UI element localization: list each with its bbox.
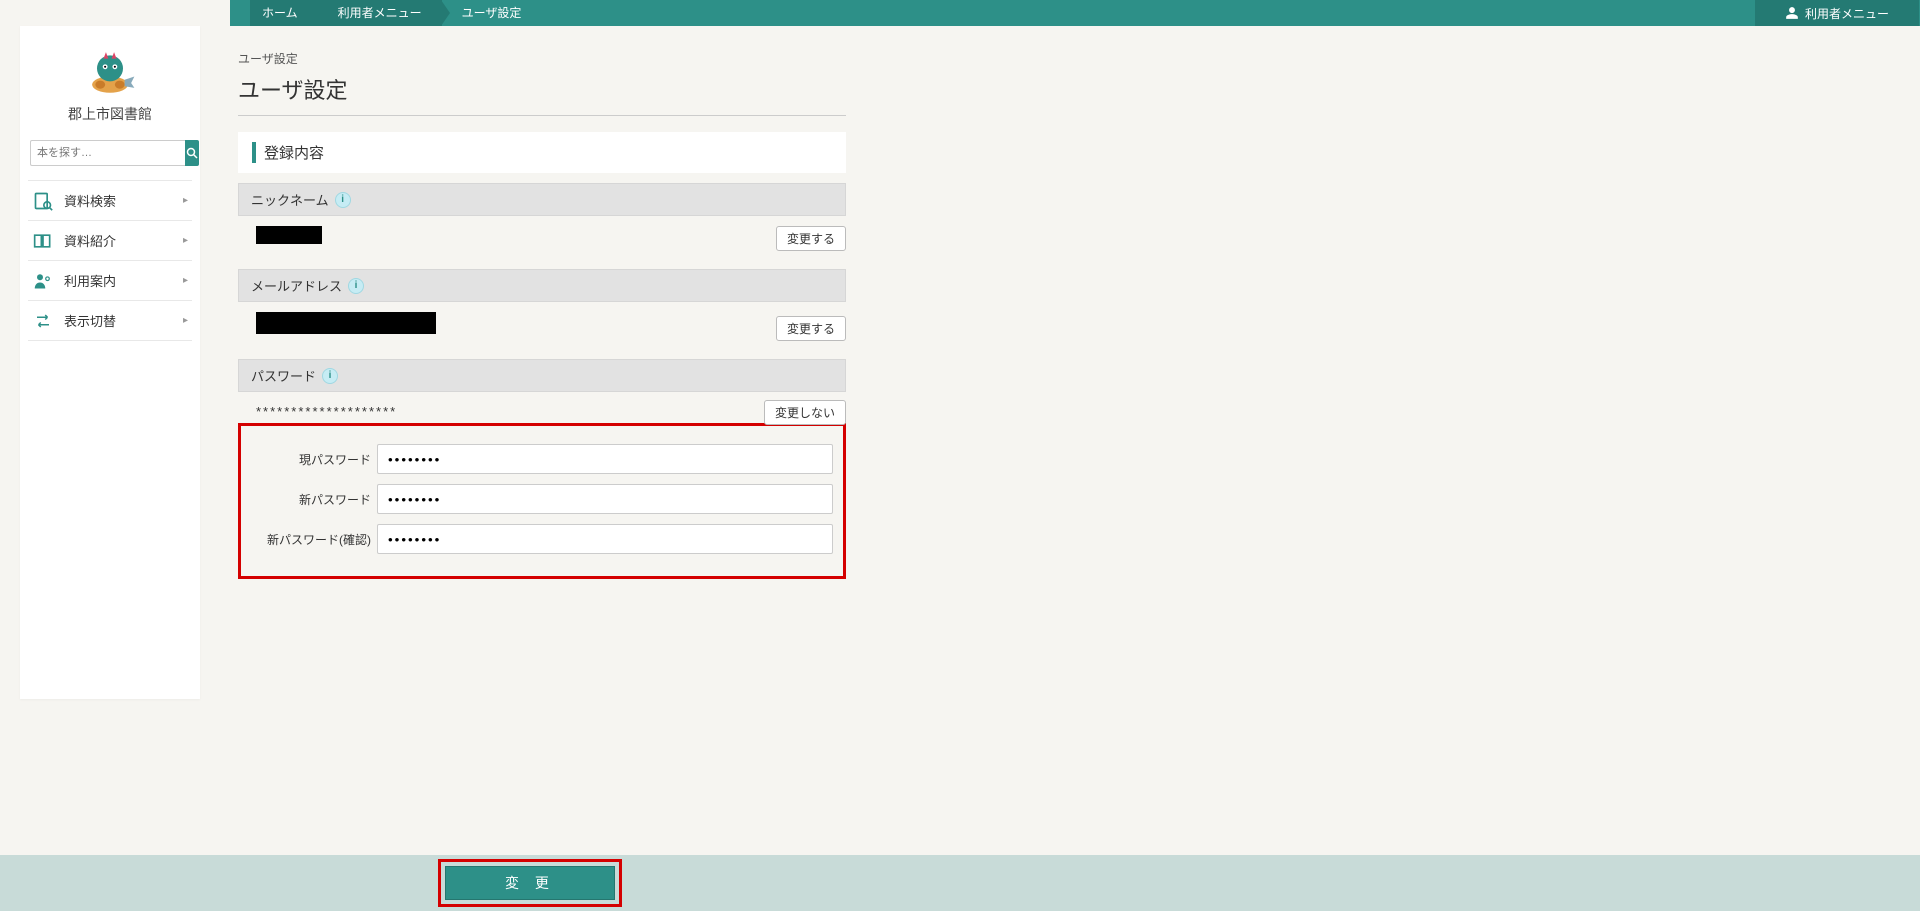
- panel-title: 登録内容: [252, 142, 832, 163]
- crumb-home-label: ホーム: [262, 6, 298, 20]
- section-nickname-head: ニックネーム i: [238, 183, 846, 216]
- sidebar-item-label: 資料紹介: [64, 231, 116, 250]
- current-password-input[interactable]: [377, 444, 833, 474]
- mini-breadcrumb: ユーザ設定: [238, 50, 1908, 67]
- panel: 登録内容 ニックネーム i 変更する メールアドレス i: [238, 132, 846, 579]
- nickname-value-redacted: [256, 226, 322, 244]
- new-password-input[interactable]: [377, 484, 833, 514]
- sidebar-item-search[interactable]: 資料検索 ▸: [28, 181, 192, 221]
- info-icon[interactable]: i: [322, 368, 338, 384]
- password-masked: ********************: [256, 404, 397, 419]
- section-email-head: メールアドレス i: [238, 269, 846, 302]
- chevron-right-icon: ▸: [183, 275, 188, 286]
- user-icon: [1785, 6, 1799, 20]
- current-password-label: 現パスワード: [251, 451, 377, 468]
- section-password-title: パスワード: [251, 366, 316, 385]
- chevron-right-icon: ▸: [183, 235, 188, 246]
- submit-highlight: 変 更: [438, 859, 622, 907]
- section-nickname-title: ニックネーム: [251, 190, 329, 209]
- info-icon[interactable]: i: [335, 192, 351, 208]
- side-nav: 資料検索 ▸ 資料紹介 ▸ 利用案内 ▸ 表示切替 ▸: [28, 180, 192, 341]
- topbar-user-menu[interactable]: 利用者メニュー: [1754, 0, 1920, 26]
- crumb-home[interactable]: ホーム: [250, 0, 318, 26]
- confirm-password-row: 新パスワード(確認): [251, 524, 833, 554]
- person-icon: [32, 270, 54, 292]
- topbar: ホーム 利用者メニュー ユーザ設定 利用者メニュー: [0, 0, 1920, 26]
- topbar-user-menu-label: 利用者メニュー: [1805, 5, 1889, 22]
- new-password-label: 新パスワード: [251, 491, 377, 508]
- section-email-title: メールアドレス: [251, 276, 342, 295]
- chevron-right-icon: ▸: [183, 315, 188, 326]
- email-value-redacted: [256, 312, 436, 334]
- crumb-user-menu-label: 利用者メニュー: [338, 6, 422, 20]
- search-icon: [186, 147, 198, 159]
- footer-bar: 変 更: [0, 855, 1920, 911]
- sidebar-item-label: 利用案内: [64, 271, 116, 290]
- search-button[interactable]: [185, 140, 199, 166]
- crumb-user-menu[interactable]: 利用者メニュー: [318, 0, 442, 26]
- current-password-row: 現パスワード: [251, 444, 833, 474]
- section-password-head: パスワード i: [238, 359, 846, 392]
- breadcrumb: ホーム 利用者メニュー ユーザ設定: [230, 0, 1754, 26]
- sidebar-item-intro[interactable]: 資料紹介 ▸: [28, 221, 192, 261]
- layout: 郡上市図書館 資料検索 ▸ 資料紹介 ▸ 利用案内 ▸: [0, 26, 1920, 699]
- section-email-body: 変更する: [238, 302, 846, 349]
- chevron-right-icon: ▸: [183, 195, 188, 206]
- search-input[interactable]: [30, 140, 185, 166]
- document-search-icon: [32, 190, 54, 212]
- section-email: メールアドレス i 変更する: [238, 269, 846, 349]
- password-not-change-button[interactable]: 変更しない: [764, 400, 846, 425]
- email-change-button[interactable]: 変更する: [776, 316, 846, 341]
- confirm-password-input[interactable]: [377, 524, 833, 554]
- info-icon[interactable]: i: [348, 278, 364, 294]
- topbar-spacer: [0, 0, 230, 26]
- submit-button[interactable]: 変 更: [445, 866, 615, 900]
- section-password: パスワード i ******************** 変更しない 現パスワー…: [238, 359, 846, 579]
- sidebar-item-guide[interactable]: 利用案内 ▸: [28, 261, 192, 301]
- nickname-change-button[interactable]: 変更する: [776, 226, 846, 251]
- site-title: 郡上市図書館: [20, 104, 200, 124]
- sidebar-item-display[interactable]: 表示切替 ▸: [28, 301, 192, 341]
- sidebar-item-label: 資料検索: [64, 191, 116, 210]
- new-password-row: 新パスワード: [251, 484, 833, 514]
- page-title: ユーザ設定: [238, 73, 846, 116]
- password-edit-highlight: 現パスワード 新パスワード 新パスワード(確認): [238, 423, 846, 579]
- section-nickname-body: 変更する: [238, 216, 846, 259]
- logo-wrap: [20, 26, 200, 104]
- section-nickname: ニックネーム i 変更する: [238, 183, 846, 259]
- swap-icon: [32, 310, 54, 332]
- book-open-icon: [32, 230, 54, 252]
- sidebar: 郡上市図書館 資料検索 ▸ 資料紹介 ▸ 利用案内 ▸: [20, 26, 200, 699]
- logo-icon: [83, 44, 137, 96]
- sidebar-item-label: 表示切替: [64, 311, 116, 330]
- password-masked-row: ******************** 変更しない: [238, 392, 846, 423]
- confirm-password-label: 新パスワード(確認): [251, 531, 377, 548]
- crumb-user-settings[interactable]: ユーザ設定: [442, 0, 542, 26]
- crumb-user-settings-label: ユーザ設定: [462, 6, 522, 20]
- panel-head: 登録内容: [238, 132, 846, 173]
- main: ユーザ設定 ユーザ設定 登録内容 ニックネーム i 変更する メールア: [200, 26, 1920, 699]
- search-wrap: [30, 140, 190, 166]
